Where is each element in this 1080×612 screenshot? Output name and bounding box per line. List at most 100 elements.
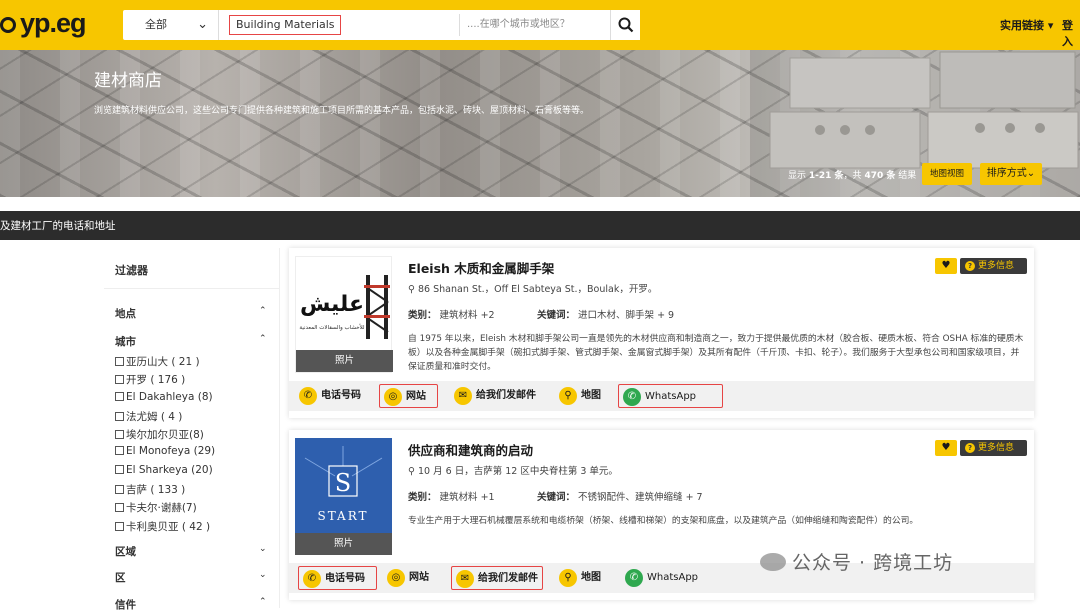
email-button[interactable]: ✉ 给我们发邮件	[450, 384, 546, 408]
more-info-label: 更多信息	[978, 443, 1015, 453]
map-button[interactable]: ⚲ 地图	[555, 566, 607, 590]
action-bar: ✆ 电话号码 ◎ 网站 ✉ 给我们发邮件 ⚲ 地图 ✆ WhatsApp	[289, 381, 1034, 411]
city-label: 卡夫尔·谢赫(7)	[126, 502, 197, 515]
photo-label[interactable]: 照片	[295, 533, 392, 555]
chevron-down-icon[interactable]: ⌄	[259, 544, 267, 554]
phone-button[interactable]: ✆ 电话号码	[295, 384, 373, 408]
map-label: 地图	[581, 390, 601, 401]
listing-title[interactable]: Eleish 木质和金属脚手架	[408, 258, 554, 277]
filter-divider	[104, 288, 280, 289]
keyword-value[interactable]: 不锈钢配件、建筑伸缩缝 + 7	[578, 492, 703, 503]
chevron-up-icon[interactable]: ⌃	[259, 334, 267, 344]
useful-links-menu[interactable]: 实用链接 ▾	[1000, 17, 1053, 33]
map-label: 地图	[581, 572, 601, 583]
keyword-input[interactable]: Building Materials	[229, 15, 341, 35]
envelope-icon: ✉	[454, 387, 472, 405]
section-strip-text: 及建材工厂的电话和地址	[0, 220, 116, 232]
city-option[interactable]: 卡利奥贝亚 ( 42 )	[115, 519, 215, 537]
phone-icon: ✆	[303, 570, 321, 588]
location-input[interactable]: ....在哪个城市或地区？	[467, 10, 617, 40]
city-label: 亚历山大 ( 21 )	[126, 356, 200, 368]
results-count: 显示 1-21 条，共 470 条 结果	[788, 168, 916, 181]
listing-category: 类别： 建筑材料 +2	[408, 307, 495, 321]
results-count-suffix: 结果	[898, 171, 917, 181]
phone-label: 电话号码	[325, 573, 365, 584]
city-option[interactable]: El Sharkeya (20)	[115, 464, 215, 482]
city-list: 亚历山大 ( 21 ) 开罗 ( 176 ) El Dakahleya (8) …	[115, 354, 215, 537]
district-heading[interactable]: 区	[115, 570, 126, 585]
checkbox[interactable]	[115, 375, 124, 385]
listing-address: ⚲ 10 月 6 日，吉萨第 12 区中央脊柱第 3 单元。	[408, 463, 618, 477]
website-button[interactable]: ◎ 网站	[379, 384, 438, 408]
map-view-button[interactable]: 地图视图	[922, 163, 972, 185]
location-heading[interactable]: 地点	[115, 306, 136, 321]
phone-label: 电话号码	[321, 390, 361, 401]
checkbox[interactable]	[115, 357, 124, 366]
city-option[interactable]: 埃尔加尔贝亚(8)	[115, 427, 215, 445]
chevron-down-icon: ⌄	[197, 17, 208, 32]
city-option[interactable]: El Monofeya (29)	[115, 445, 215, 463]
phone-button[interactable]: ✆ 电话号码	[298, 566, 377, 590]
category-label: 类别：	[408, 310, 437, 321]
chevron-down-icon[interactable]: ⌄	[259, 570, 267, 580]
website-label: 网站	[409, 572, 429, 583]
credit-heading[interactable]: 信件	[115, 597, 136, 612]
city-label: 卡利奥贝亚 ( 42 )	[126, 520, 211, 533]
website-button[interactable]: ◎ 网站	[383, 566, 442, 590]
city-option[interactable]: 卡夫尔·谢赫(7)	[115, 500, 215, 518]
caret-down-icon: ▾	[1047, 19, 1054, 32]
company-logo[interactable]: S START 照片	[295, 438, 392, 555]
more-info-label: 更多信息	[978, 261, 1015, 271]
category-value[interactable]: 建筑材料 +2	[440, 310, 495, 321]
listing-address: ⚲ 86 Shanan St.，Off El Sabteya St.，Boula…	[408, 281, 657, 295]
category-label: 类别：	[408, 492, 437, 503]
chevron-up-icon[interactable]: ⌃	[259, 597, 267, 607]
category-value[interactable]: 建筑材料 +1	[440, 492, 495, 503]
chevron-up-icon[interactable]: ⌃	[259, 306, 267, 316]
whatsapp-button[interactable]: ✆ WhatsApp	[618, 384, 723, 408]
listing-keywords: 关键词： 进口木材、脚手架 + 9	[537, 307, 674, 321]
city-heading[interactable]: 城市	[115, 334, 136, 349]
sort-button[interactable]: 排序方式⌄	[980, 163, 1042, 185]
photo-label[interactable]: 照片	[296, 350, 393, 372]
region-heading[interactable]: 区域	[115, 544, 136, 559]
favorite-button[interactable]: ♥	[935, 440, 957, 456]
whatsapp-label: WhatsApp	[647, 572, 699, 583]
checkbox[interactable]	[115, 521, 124, 531]
checkbox[interactable]	[115, 464, 124, 474]
site-logo[interactable]: yp.eg	[0, 8, 87, 39]
checkbox[interactable]	[115, 391, 124, 401]
login-link[interactable]: 登入	[1062, 17, 1080, 49]
city-label: El Monofeya (29)	[126, 445, 216, 458]
whatsapp-icon: ✆	[625, 569, 643, 587]
checkbox[interactable]	[115, 411, 124, 421]
checkbox[interactable]	[115, 446, 124, 456]
more-info-button[interactable]: ? 更多信息	[960, 258, 1027, 274]
checkbox[interactable]	[115, 485, 124, 495]
start-logo-image: S START	[295, 438, 392, 533]
city-option[interactable]: 吉萨 ( 133 )	[115, 482, 215, 500]
favorite-button[interactable]: ♥	[935, 258, 957, 274]
eleish-logo-caption: للأخشاب والسقالات المعدنية	[299, 323, 365, 331]
address-text: 10 月 6 日，吉萨第 12 区中央脊柱第 3 单元。	[418, 466, 618, 477]
search-button[interactable]	[610, 10, 640, 40]
more-info-button[interactable]: ? 更多信息	[960, 440, 1027, 456]
email-label: 给我们发邮件	[478, 573, 538, 584]
category-select[interactable]: 全部 ⌄	[123, 10, 219, 40]
checkbox[interactable]	[115, 430, 124, 440]
filter-title: 过滤器	[115, 264, 148, 277]
map-button[interactable]: ⚲ 地图	[555, 384, 607, 408]
filter-sidebar: 过滤器 地点 ⌃ 城市 ⌃ 亚历山大 ( 21 ) 开罗 ( 176 ) El …	[104, 248, 280, 611]
listing-title[interactable]: 供应商和建筑商的启动	[408, 440, 533, 459]
company-logo[interactable]: عليش للأخشاب والسقالات المعدنية 照片	[295, 256, 393, 373]
city-option[interactable]: 开罗 ( 176 )	[115, 372, 215, 390]
city-option[interactable]: 亚历山大 ( 21 )	[115, 354, 215, 372]
email-button[interactable]: ✉ 给我们发邮件	[451, 566, 543, 590]
listing-description: 自 1975 年以来，Eleish 木材和脚手架公司一直是领先的木材供应商和制造…	[408, 334, 1024, 372]
whatsapp-button[interactable]: ✆ WhatsApp	[621, 566, 711, 590]
city-option[interactable]: 法尤姆 ( 4 )	[115, 409, 215, 427]
keyword-value[interactable]: 进口木材、脚手架 + 9	[578, 310, 674, 321]
checkbox[interactable]	[115, 503, 124, 513]
city-option[interactable]: El Dakahleya (8)	[115, 391, 215, 409]
listing-card: عليش للأخشاب والسقالات المعدنية 照片 Eleis…	[289, 248, 1034, 418]
